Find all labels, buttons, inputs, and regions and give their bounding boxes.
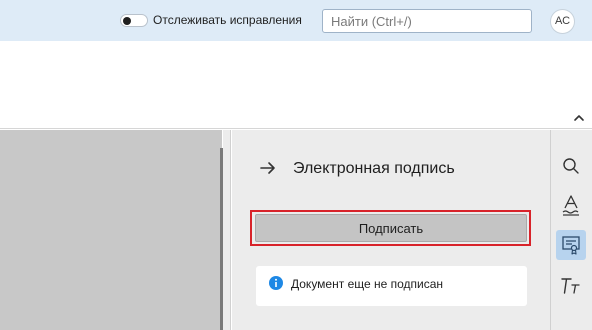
track-changes-label: Отслеживать исправления	[153, 13, 302, 27]
search-rail-button[interactable]	[556, 151, 586, 181]
panel-splitter[interactable]	[223, 130, 231, 330]
sign-button[interactable]: Подписать	[255, 214, 527, 242]
panel-title: Электронная подпись	[293, 160, 455, 177]
signature-rail-button[interactable]	[556, 230, 586, 260]
spellcheck-icon	[562, 195, 579, 216]
spellcheck-rail-button[interactable]	[556, 191, 586, 221]
document-canvas	[0, 130, 222, 330]
toggle-knob	[123, 17, 131, 25]
track-changes-toggle[interactable]	[120, 14, 148, 27]
text-style-icon	[561, 278, 580, 294]
search-input[interactable]	[322, 9, 532, 33]
chevron-up-icon[interactable]	[572, 111, 586, 125]
user-avatar[interactable]: АС	[550, 9, 575, 34]
ribbon-area	[0, 41, 592, 129]
signature-status-text: Документ еще не подписан	[291, 277, 444, 291]
signature-icon	[562, 236, 580, 255]
info-icon	[269, 276, 283, 290]
text-style-rail-button[interactable]	[556, 271, 586, 301]
top-toolbar: Отслеживать исправления АС	[0, 0, 592, 41]
arrow-right-icon[interactable]	[260, 160, 276, 176]
search-icon	[563, 158, 579, 174]
